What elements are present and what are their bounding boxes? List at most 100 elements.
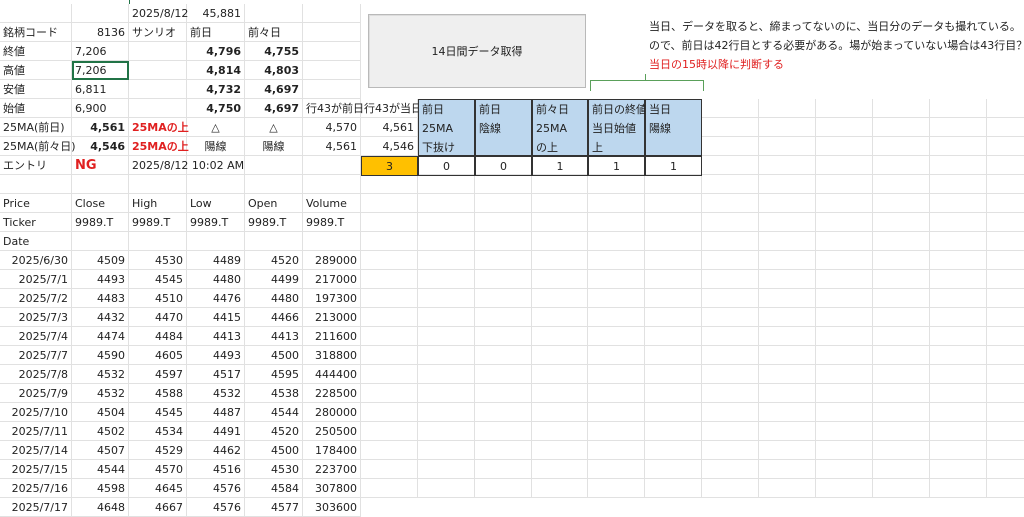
grid-cell[interactable] — [759, 441, 816, 460]
label-high[interactable]: 高値 — [0, 61, 72, 80]
price-cell[interactable]: 4491 — [187, 422, 245, 441]
price-cell[interactable]: 4532 — [72, 384, 129, 403]
price-cell[interactable]: 4432 — [72, 308, 129, 327]
grid-cell[interactable] — [245, 175, 303, 194]
price-cell[interactable]: 228500 — [303, 384, 361, 403]
price-cell[interactable]: 4532 — [72, 365, 129, 384]
grid-cell[interactable] — [816, 194, 873, 213]
grid-cell[interactable] — [129, 80, 187, 99]
grid-cell[interactable] — [361, 251, 418, 270]
grid-cell[interactable] — [987, 346, 1024, 365]
grid-cell[interactable] — [532, 441, 588, 460]
grid-cell[interactable] — [987, 289, 1024, 308]
grid-cell[interactable] — [873, 99, 930, 118]
price-cell[interactable]: 4509 — [72, 251, 129, 270]
grid-cell[interactable] — [930, 308, 987, 327]
grid-cell[interactable] — [759, 422, 816, 441]
grid-cell[interactable] — [816, 365, 873, 384]
grid-cell[interactable] — [702, 441, 759, 460]
price-cell[interactable]: 289000 — [303, 251, 361, 270]
price-cell[interactable]: 4545 — [129, 270, 187, 289]
ma25-prev2-value[interactable]: 4,546 — [72, 137, 129, 156]
grid-cell[interactable] — [987, 422, 1024, 441]
grid-cell[interactable] — [930, 137, 987, 156]
date-cell[interactable]: 2025/7/10 — [0, 403, 72, 422]
grid-cell[interactable] — [475, 346, 532, 365]
price-cell[interactable]: 4510 — [129, 289, 187, 308]
grid-cell[interactable] — [532, 422, 588, 441]
table-header[interactable]: Low — [187, 194, 245, 213]
grid-cell[interactable] — [702, 213, 759, 232]
grid-cell[interactable] — [759, 460, 816, 479]
price-cell[interactable]: 4470 — [129, 308, 187, 327]
price-cell[interactable]: 4489 — [187, 251, 245, 270]
grid-cell[interactable] — [873, 118, 930, 137]
grid-cell[interactable] — [987, 251, 1024, 270]
grid-cell[interactable] — [645, 365, 702, 384]
grid-cell[interactable] — [588, 232, 645, 251]
header-prev-day[interactable]: 前日 — [187, 23, 245, 42]
grid-cell[interactable] — [0, 175, 72, 194]
grid-cell[interactable] — [930, 175, 987, 194]
price-cell[interactable]: 4500 — [245, 441, 303, 460]
label-low[interactable]: 安値 — [0, 80, 72, 99]
price-cell[interactable]: 197300 — [303, 289, 361, 308]
grid-cell[interactable] — [702, 137, 759, 156]
grid-cell[interactable] — [759, 175, 816, 194]
price-cell[interactable]: 4645 — [129, 479, 187, 498]
grid-cell[interactable] — [987, 327, 1024, 346]
grid-cell[interactable] — [588, 365, 645, 384]
grid-cell[interactable] — [816, 232, 873, 251]
price-cell[interactable]: 280000 — [303, 403, 361, 422]
price-cell[interactable]: 4520 — [245, 251, 303, 270]
grid-cell[interactable] — [475, 441, 532, 460]
grid-cell[interactable] — [303, 23, 361, 42]
grid-cell[interactable] — [418, 194, 475, 213]
grid-cell[interactable] — [532, 346, 588, 365]
grid-cell[interactable] — [418, 365, 475, 384]
grid-cell[interactable] — [645, 175, 702, 194]
grid-cell[interactable] — [702, 327, 759, 346]
grid-cell[interactable] — [987, 137, 1024, 156]
grid-cell[interactable] — [759, 232, 816, 251]
ma25-status-prev[interactable]: 25MAの上 — [129, 118, 189, 137]
grid-cell[interactable] — [361, 194, 418, 213]
grid-cell[interactable] — [475, 422, 532, 441]
table-header[interactable]: 9989.T — [129, 213, 187, 232]
grid-cell[interactable] — [987, 308, 1024, 327]
grid-cell[interactable] — [987, 175, 1024, 194]
grid-cell[interactable] — [873, 460, 930, 479]
table-header[interactable]: Open — [245, 194, 303, 213]
price-cell[interactable]: 217000 — [303, 270, 361, 289]
judge-value[interactable]: 1 — [588, 156, 645, 176]
date-cell[interactable]: 2025/7/7 — [0, 346, 72, 365]
grid-cell[interactable] — [475, 232, 532, 251]
row43-prev-ma[interactable]: 4,570 — [303, 118, 361, 137]
price-cell[interactable]: 4530 — [129, 251, 187, 270]
grid-cell[interactable] — [532, 289, 588, 308]
grid-cell[interactable] — [303, 232, 361, 251]
table-header[interactable]: Date — [0, 232, 72, 251]
date-cell[interactable]: 2025/7/14 — [0, 441, 72, 460]
date-cell[interactable]: 2025/7/17 — [0, 498, 72, 517]
prev2-day-value[interactable]: 4,697 — [245, 80, 303, 99]
grid-cell[interactable] — [816, 327, 873, 346]
grid-cell[interactable] — [475, 251, 532, 270]
grid-cell[interactable] — [702, 156, 759, 175]
judge-value[interactable]: 0 — [475, 156, 532, 176]
price-cell[interactable]: 4538 — [245, 384, 303, 403]
grid-cell[interactable] — [418, 289, 475, 308]
table-header[interactable]: 9989.T — [245, 213, 303, 232]
grid-cell[interactable] — [930, 270, 987, 289]
label-entry[interactable]: エントリ — [0, 156, 72, 175]
grid-cell[interactable] — [475, 308, 532, 327]
grid-cell[interactable] — [475, 270, 532, 289]
grid-cell[interactable] — [361, 460, 418, 479]
grid-cell[interactable] — [475, 384, 532, 403]
price-cell[interactable]: 4507 — [72, 441, 129, 460]
price-cell[interactable]: 211600 — [303, 327, 361, 346]
grid-cell[interactable] — [129, 232, 187, 251]
grid-cell[interactable] — [873, 441, 930, 460]
grid-cell[interactable] — [532, 479, 588, 498]
table-header[interactable]: Volume — [303, 194, 361, 213]
